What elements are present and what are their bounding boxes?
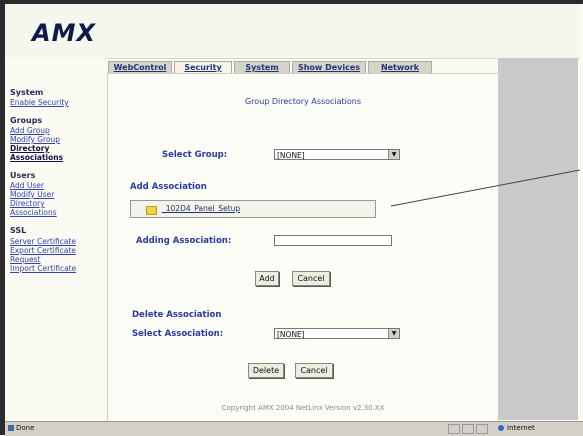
status-done-label: Done [16, 424, 35, 432]
status-bar: Done Internet [5, 421, 583, 436]
status-pane-3 [476, 424, 488, 434]
callout-line [390, 169, 581, 207]
zone-label: Internet [507, 424, 535, 432]
globe-icon [498, 425, 504, 431]
security-zone: Internet [498, 424, 535, 432]
status-pane-2 [462, 424, 474, 434]
status-pane [448, 424, 460, 434]
page-icon [8, 425, 14, 431]
status-text: Done [8, 424, 34, 432]
browser-window: AMX System Enable Security Groups Add Gr… [0, 0, 583, 436]
